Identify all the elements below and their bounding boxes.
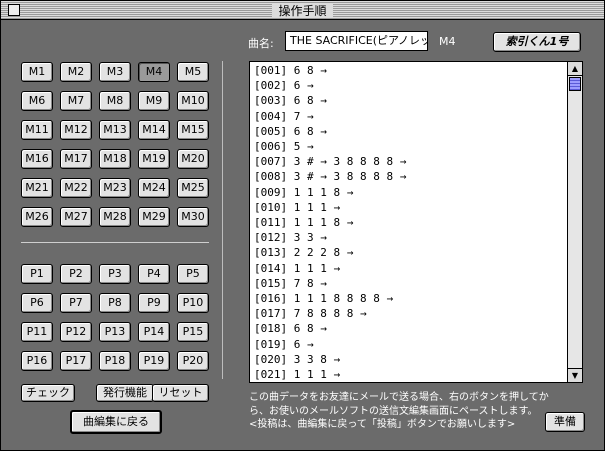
m-button-29[interactable]: M29 (138, 207, 170, 227)
list-item[interactable]: [015] 7 8 → (254, 276, 564, 291)
p-button-15[interactable]: P15 (177, 322, 209, 342)
p-button-3[interactable]: P3 (99, 264, 131, 284)
note-line-3: <投稿は、曲編集に戻って「投稿」ボタンでお願いします> (249, 419, 516, 430)
list-item[interactable]: [017] 7 8 8 8 8 → (254, 306, 564, 321)
song-label: 曲名: (248, 37, 274, 50)
m-button-13[interactable]: M13 (99, 120, 131, 140)
list-item[interactable]: [018] 6 8 → (254, 321, 564, 336)
list-item[interactable]: [014] 1 1 1 → (254, 261, 564, 276)
issue-function-button[interactable]: 発行機能 (96, 384, 154, 402)
prepare-button[interactable]: 準備 (545, 412, 585, 432)
p-button-11[interactable]: P11 (21, 322, 53, 342)
m-button-22[interactable]: M22 (60, 178, 92, 198)
list-item[interactable]: [009] 1 1 1 8 → (254, 185, 564, 200)
list-item[interactable]: [020] 3 3 8 → (254, 352, 564, 367)
m-button-4[interactable]: M4 (138, 62, 170, 82)
instructions-note: この曲データをお友達にメールで送る場合、右のボタンを押してか ら、お使いのメール… (249, 391, 549, 432)
m-button-5[interactable]: M5 (177, 62, 209, 82)
scroll-thumb[interactable] (569, 77, 581, 91)
song-data-lines: [001] 6 8 → [002] 6 → [003] 6 8 → [004] 7 →… (254, 63, 564, 383)
p-button-18[interactable]: P18 (99, 351, 131, 371)
list-item[interactable]: [003] 6 8 → (254, 93, 564, 108)
p-button-2[interactable]: P2 (60, 264, 92, 284)
m-button-18[interactable]: M18 (99, 149, 131, 169)
m-button-10[interactable]: M10 (177, 91, 209, 111)
section-divider (21, 242, 209, 243)
p-button-4[interactable]: P4 (138, 264, 170, 284)
title-bar[interactable]: 操作手順 (1, 1, 604, 20)
m-button-15[interactable]: M15 (177, 120, 209, 140)
m-button-7[interactable]: M7 (60, 91, 92, 111)
p-button-13[interactable]: P13 (99, 322, 131, 342)
list-item[interactable]: [006] 5 → (254, 139, 564, 154)
memory-indicator: M4 (439, 35, 456, 48)
p-button-14[interactable]: P14 (138, 322, 170, 342)
m-button-16[interactable]: M16 (21, 149, 53, 169)
list-item[interactable]: [008] 3 # → 3 8 8 8 8 → (254, 169, 564, 184)
m-button-27[interactable]: M27 (60, 207, 92, 227)
list-item[interactable]: [001] 6 8 → (254, 63, 564, 78)
m-button-1[interactable]: M1 (21, 62, 53, 82)
list-item[interactable]: [002] 6 → (254, 78, 564, 93)
m-button-3[interactable]: M3 (99, 62, 131, 82)
p-button-12[interactable]: P12 (60, 322, 92, 342)
list-item[interactable]: [021] 1 1 1 → (254, 367, 564, 382)
vertical-divider (222, 61, 223, 379)
p-button-9[interactable]: P9 (138, 293, 170, 313)
m-button-11[interactable]: M11 (21, 120, 53, 140)
p-button-20[interactable]: P20 (177, 351, 209, 371)
song-data-list[interactable]: [001] 6 8 → [002] 6 → [003] 6 8 → [004] 7 →… (249, 61, 583, 383)
m-button-9[interactable]: M9 (138, 91, 170, 111)
list-item[interactable]: [013] 2 2 2 8 → (254, 245, 564, 260)
p-button-17[interactable]: P17 (60, 351, 92, 371)
m-button-21[interactable]: M21 (21, 178, 53, 198)
list-item[interactable]: [004] 7 → (254, 109, 564, 124)
m-button-6[interactable]: M6 (21, 91, 53, 111)
p-button-7[interactable]: P7 (60, 293, 92, 313)
list-item[interactable]: [007] 3 # → 3 8 8 8 8 → (254, 154, 564, 169)
m-button-25[interactable]: M25 (177, 178, 209, 198)
note-line-2: ら、お使いのメールソフトの送信文編集画面にペーストします。 (249, 405, 538, 417)
p-button-6[interactable]: P6 (21, 293, 53, 313)
list-item[interactable]: [016] 1 1 1 8 8 8 8 → (254, 291, 564, 306)
m-button-12[interactable]: M12 (60, 120, 92, 140)
m-button-19[interactable]: M19 (138, 149, 170, 169)
m-button-26[interactable]: M26 (21, 207, 53, 227)
song-name-field[interactable]: THE SACRIFICE(ピアノレッ (285, 31, 428, 51)
m-button-17[interactable]: M17 (60, 149, 92, 169)
list-item[interactable]: [019] 6 → (254, 337, 564, 352)
m-button-8[interactable]: M8 (99, 91, 131, 111)
window-title: 操作手順 (1, 2, 604, 19)
back-to-song-edit-button[interactable]: 曲編集に戻る (70, 410, 162, 434)
p-button-5[interactable]: P5 (177, 264, 209, 284)
p-button-16[interactable]: P16 (21, 351, 53, 371)
p-button-10[interactable]: P10 (177, 293, 209, 313)
m-button-20[interactable]: M20 (177, 149, 209, 169)
p-button-1[interactable]: P1 (21, 264, 53, 284)
reset-button[interactable]: リセット (152, 384, 209, 402)
p-button-19[interactable]: P19 (138, 351, 170, 371)
list-item[interactable]: [011] 1 1 1 8 → (254, 215, 564, 230)
note-line-1: この曲データをお友達にメールで送る場合、右のボタンを押してか (249, 392, 549, 403)
p-button-8[interactable]: P8 (99, 293, 131, 313)
m-button-28[interactable]: M28 (99, 207, 131, 227)
list-item[interactable]: [012] 3 3 → (254, 230, 564, 245)
list-item[interactable]: [005] 6 8 → (254, 124, 564, 139)
index-button[interactable]: 索引くん1号 (493, 32, 581, 52)
m-button-24[interactable]: M24 (138, 178, 170, 198)
m-button-30[interactable]: M30 (177, 207, 209, 227)
check-button[interactable]: チェック (21, 384, 75, 402)
main-window: 操作手順 曲名: THE SACRIFICE(ピアノレッ M4 索引くん1号 M… (0, 0, 605, 451)
m-button-23[interactable]: M23 (99, 178, 131, 198)
vertical-scrollbar[interactable]: ▲ ▼ (567, 62, 582, 382)
list-item[interactable]: [022] 3 3 → (254, 382, 564, 383)
list-item[interactable]: [010] 1 1 1 → (254, 200, 564, 215)
scroll-down-arrow-icon[interactable]: ▼ (568, 368, 582, 382)
m-button-14[interactable]: M14 (138, 120, 170, 140)
scroll-up-arrow-icon[interactable]: ▲ (568, 62, 582, 76)
m-button-2[interactable]: M2 (60, 62, 92, 82)
